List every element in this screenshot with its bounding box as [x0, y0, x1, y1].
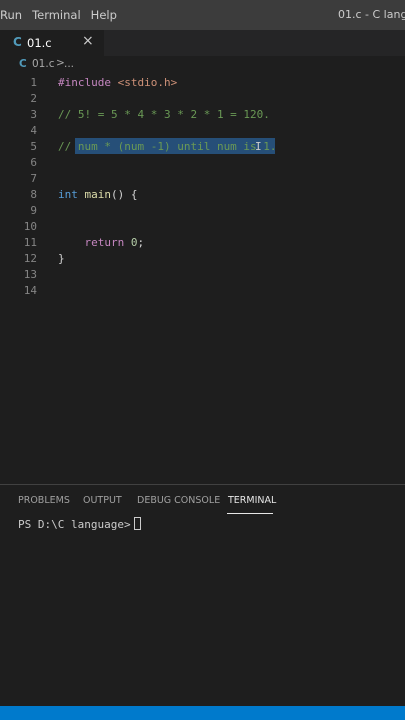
- title-bar: Run Terminal Help 01.c - C langua: [0, 0, 405, 30]
- line-number: 7: [30, 172, 37, 185]
- tab-output[interactable]: OUTPUT: [83, 495, 122, 506]
- function-name: main: [84, 188, 112, 201]
- c-file-icon: C: [13, 35, 22, 49]
- active-tab-indicator: [227, 513, 273, 514]
- code-text: #include <stdio.h>: [58, 76, 177, 89]
- text-cursor-icon: I: [255, 140, 262, 153]
- breadcrumb: C 01.c > ...: [0, 56, 405, 74]
- terminal-cursor: [133, 517, 141, 530]
- tab-terminal[interactable]: TERMINAL: [228, 495, 276, 506]
- bottom-panel: PROBLEMS OUTPUT DEBUG CONSOLE TERMINAL P…: [0, 484, 405, 707]
- line-number: 5: [30, 140, 37, 153]
- breadcrumb-symbols[interactable]: ...: [64, 58, 74, 70]
- line-number: 14: [23, 284, 37, 297]
- terminal-line[interactable]: PS D:\C language>: [18, 517, 141, 531]
- comment-text: // num * (num -1) until num is 1.: [58, 140, 277, 153]
- terminal-prompt: PS D:\C language>: [18, 518, 131, 531]
- close-icon[interactable]: ×: [82, 33, 94, 49]
- status-bar: [0, 706, 405, 720]
- preprocessor-token: #include: [58, 76, 118, 89]
- line-number: 13: [23, 268, 37, 281]
- punctuation: () {: [111, 188, 138, 201]
- line-number: 4: [30, 124, 37, 137]
- window-title: 01.c - C langua: [338, 8, 405, 21]
- code-text: }: [58, 252, 65, 265]
- line-number: 10: [23, 220, 37, 233]
- code-line: 3 // 5! = 5 * 4 * 3 * 2 * 1 = 120.: [0, 107, 405, 123]
- line-number: 1: [30, 76, 37, 89]
- code-line: 1 #include <stdio.h>: [0, 75, 405, 91]
- line-number: 6: [30, 156, 37, 169]
- menu-run[interactable]: Run: [0, 8, 22, 22]
- code-line: 4: [0, 123, 405, 139]
- keyword-token: return: [58, 236, 131, 249]
- code-line: 9: [0, 203, 405, 219]
- code-editor[interactable]: 1 #include <stdio.h> 2 3 // 5! = 5 * 4 *…: [0, 74, 405, 474]
- tab-01c[interactable]: C 01.c ×: [0, 30, 104, 56]
- punctuation: ;: [137, 236, 145, 249]
- tab-problems[interactable]: PROBLEMS: [18, 495, 70, 506]
- line-number: 11: [23, 236, 37, 249]
- code-line: 11 return 0;: [0, 235, 405, 251]
- include-path: <stdio.h>: [117, 76, 178, 89]
- editor-tab-bar: C 01.c ×: [0, 30, 405, 56]
- code-line: 6: [0, 155, 405, 171]
- code-text: return 0;: [58, 236, 144, 249]
- line-number: 12: [23, 252, 37, 265]
- comment-text: // 5! = 5 * 4 * 3 * 2 * 1 = 120.: [58, 108, 270, 121]
- keyword-token: int: [58, 188, 85, 201]
- code-line-selected: 5 // num * (num -1) until num is 1. I: [0, 138, 405, 155]
- tab-label: 01.c: [27, 36, 52, 50]
- code-line: 8 int main() {: [0, 187, 405, 203]
- code-line: 14: [0, 283, 405, 299]
- menu-help[interactable]: Help: [91, 8, 117, 22]
- menu-terminal[interactable]: Terminal: [32, 8, 81, 22]
- code-line: 2: [0, 91, 405, 107]
- breadcrumb-file[interactable]: 01.c: [32, 58, 54, 70]
- code-line: 7: [0, 171, 405, 187]
- line-number: 2: [30, 92, 37, 105]
- code-line: 10: [0, 219, 405, 235]
- code-text: int main() {: [58, 188, 138, 201]
- code-line: 12 }: [0, 251, 405, 267]
- tab-debug-console[interactable]: DEBUG CONSOLE: [137, 495, 220, 506]
- c-file-icon: C: [19, 58, 27, 70]
- line-number: 8: [30, 188, 37, 201]
- line-number: 9: [30, 204, 37, 217]
- panel-tabs: PROBLEMS OUTPUT DEBUG CONSOLE TERMINAL: [0, 493, 405, 514]
- code-line: 13: [0, 267, 405, 283]
- line-number: 3: [30, 108, 37, 121]
